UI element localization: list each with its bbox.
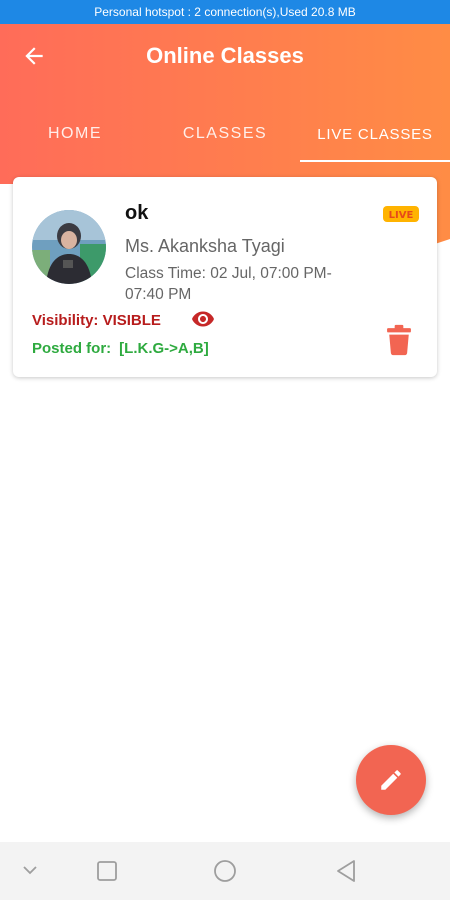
tab-live-classes-label: LIVE CLASSES bbox=[317, 125, 433, 143]
pencil-icon bbox=[381, 770, 401, 790]
posted-for-value: [L.K.G->A,B] bbox=[119, 340, 209, 357]
tab-classes[interactable]: CLASSES bbox=[150, 106, 300, 162]
eye-icon[interactable] bbox=[188, 307, 218, 331]
system-nav-bar bbox=[0, 842, 450, 900]
app-bar: Online Classes bbox=[0, 24, 450, 88]
teacher-name: Ms. Akanksha Tyagi bbox=[125, 236, 285, 256]
class-time: Class Time: 02 Jul, 07:00 PM-07:40 PM bbox=[125, 265, 332, 303]
live-logo-text: LIVE bbox=[389, 210, 414, 221]
tab-home-label: HOME bbox=[48, 125, 102, 142]
tab-home[interactable]: HOME bbox=[0, 106, 150, 162]
posted-for: Posted for: [L.K.G->A,B] bbox=[32, 340, 209, 357]
trash-icon[interactable] bbox=[386, 324, 412, 356]
visibility-status: Visibility: VISIBLE bbox=[32, 312, 161, 329]
back-button[interactable] bbox=[16, 40, 52, 72]
back-triangle-icon[interactable] bbox=[335, 859, 357, 883]
status-bar-text: Personal hotspot : 2 connection(s),Used … bbox=[94, 5, 356, 19]
teacher-avatar bbox=[32, 210, 106, 284]
tab-bar: HOME CLASSES LIVE CLASSES bbox=[0, 106, 450, 162]
tab-live-classes[interactable]: LIVE CLASSES bbox=[300, 106, 450, 162]
edit-fab-button[interactable] bbox=[356, 745, 426, 815]
home-circle-icon[interactable] bbox=[213, 859, 237, 883]
chevron-down-icon[interactable] bbox=[22, 864, 38, 876]
status-bar: Personal hotspot : 2 connection(s),Used … bbox=[0, 0, 450, 24]
posted-for-label: Posted for: bbox=[32, 340, 112, 357]
page-title: Online Classes bbox=[146, 43, 304, 68]
tab-classes-label: CLASSES bbox=[182, 125, 268, 142]
live-class-card[interactable]: ok Ms. Akanksha Tyagi Class Time: 02 Jul… bbox=[13, 177, 437, 377]
class-title: ok bbox=[125, 202, 149, 224]
arrow-left-icon bbox=[25, 47, 43, 65]
live-logo-icon: LIVE bbox=[383, 206, 419, 222]
recent-apps-icon[interactable] bbox=[96, 860, 118, 882]
